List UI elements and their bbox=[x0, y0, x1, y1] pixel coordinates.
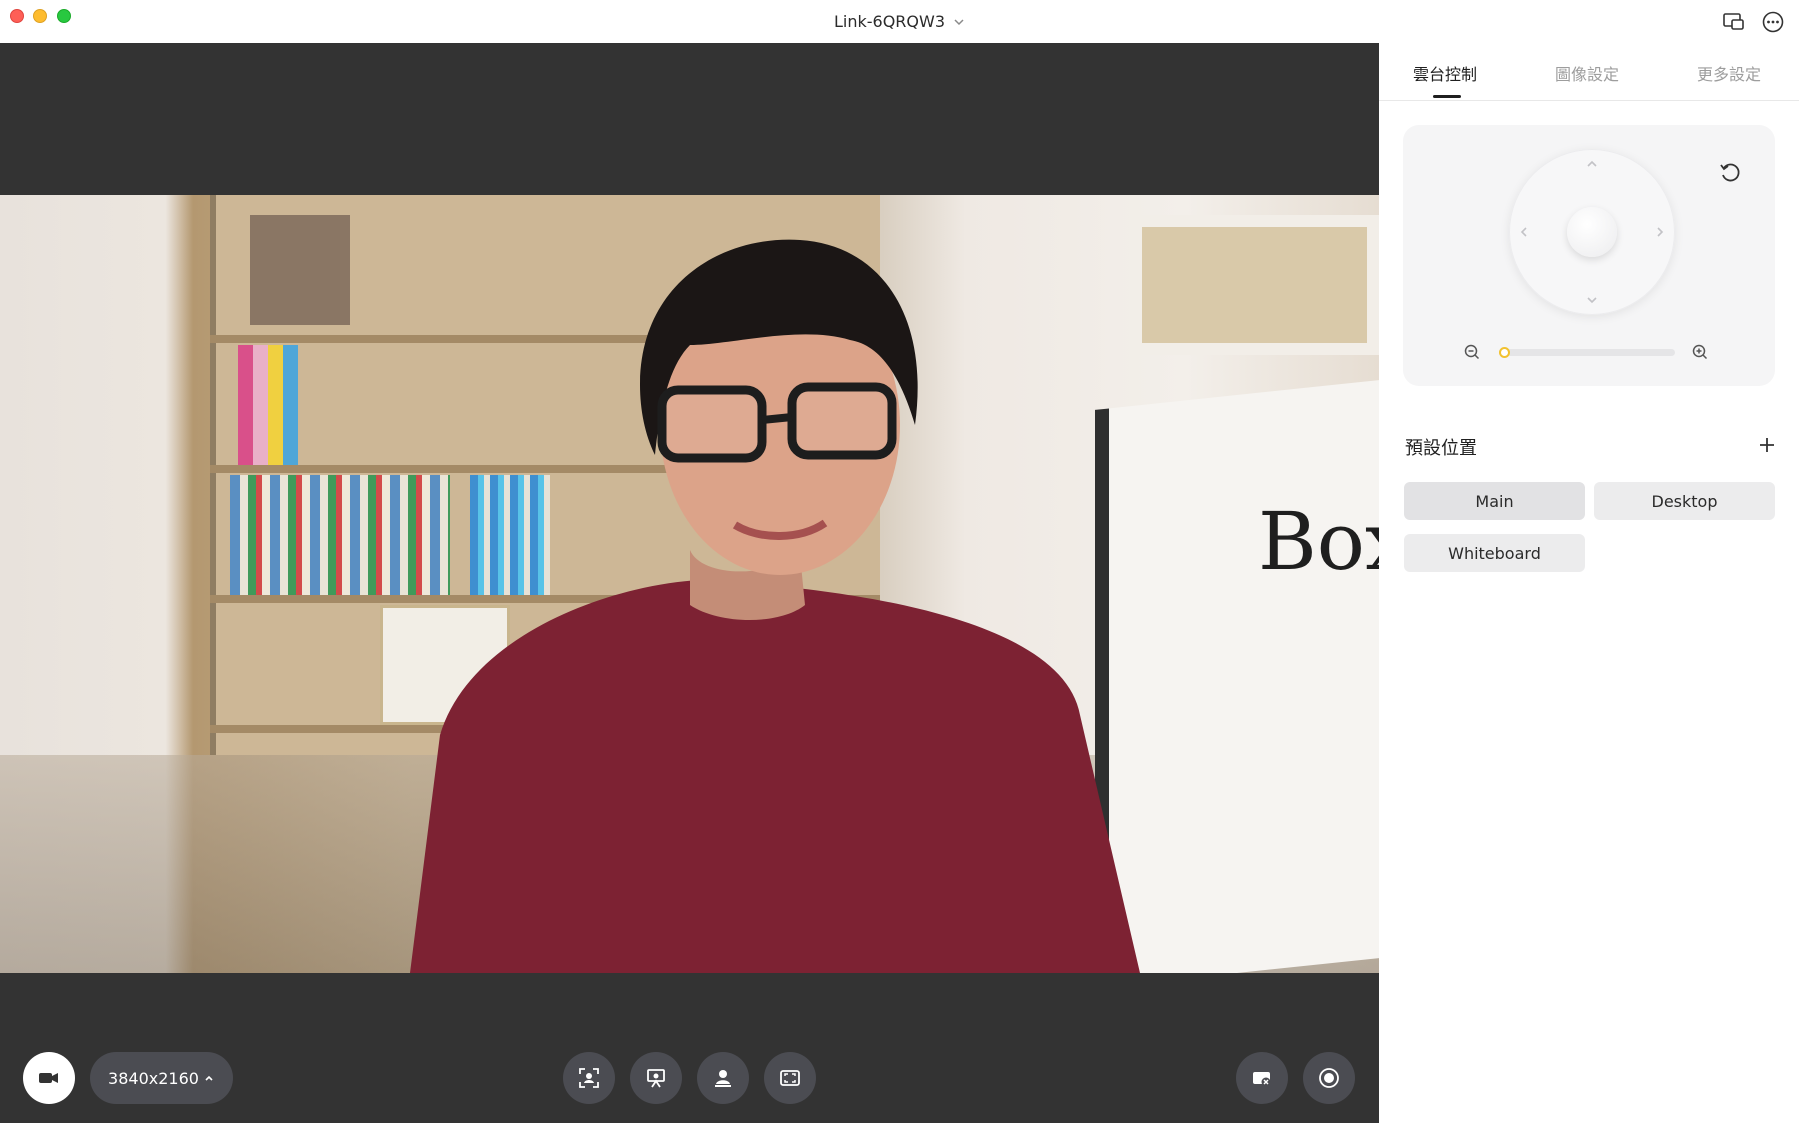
presenter-icon bbox=[647, 1069, 665, 1088]
person-tracking-button[interactable] bbox=[697, 1052, 749, 1104]
person-tracking-icon bbox=[715, 1070, 731, 1087]
video-preview-area: Box 3840x2160 bbox=[0, 43, 1379, 1123]
preset-button-main[interactable]: Main bbox=[1404, 482, 1585, 520]
chevron-up-icon bbox=[205, 1075, 213, 1081]
preset-button-whiteboard[interactable]: Whiteboard bbox=[1404, 534, 1585, 572]
screen-capture-button[interactable] bbox=[764, 1052, 816, 1104]
more-options-icon[interactable] bbox=[1761, 10, 1785, 34]
settings-panel: 雲台控制 圖像設定 更多設定 預設位置 Main Desktop Whitebo… bbox=[1379, 43, 1799, 1123]
tab-image-settings[interactable]: 圖像設定 bbox=[1555, 61, 1619, 85]
auto-framing-icon bbox=[579, 1068, 599, 1088]
camera-off-button[interactable] bbox=[1236, 1052, 1288, 1104]
title-bar: Link-6QRQW3 bbox=[0, 0, 1799, 43]
record-button[interactable] bbox=[1303, 1052, 1355, 1104]
zoom-in-icon[interactable] bbox=[1691, 343, 1709, 361]
record-icon bbox=[1319, 1068, 1339, 1088]
video-camera-icon bbox=[39, 1073, 58, 1083]
resolution-label: 3840x2160 bbox=[108, 1068, 199, 1088]
tab-more-settings[interactable]: 更多設定 bbox=[1697, 61, 1761, 85]
zoom-slider-thumb[interactable] bbox=[1499, 347, 1510, 358]
zoom-out-icon[interactable] bbox=[1463, 343, 1481, 361]
device-selector[interactable]: Link-6QRQW3 bbox=[0, 0, 1799, 43]
resolution-selector[interactable]: 3840x2160 bbox=[90, 1052, 233, 1104]
camera-off-icon bbox=[1253, 1072, 1271, 1087]
reset-position-icon[interactable] bbox=[1718, 160, 1744, 186]
preset-button-desktop[interactable]: Desktop bbox=[1594, 482, 1775, 520]
preset-section-title: 預設位置 bbox=[1405, 438, 1477, 459]
chevron-up-icon[interactable] bbox=[1585, 157, 1599, 171]
chevron-left-icon[interactable] bbox=[1517, 225, 1531, 239]
auto-framing-button[interactable] bbox=[563, 1052, 615, 1104]
add-preset-icon[interactable] bbox=[1757, 435, 1777, 455]
chevron-down-icon[interactable] bbox=[1585, 293, 1599, 307]
ptz-joystick[interactable] bbox=[1509, 149, 1675, 315]
zoom-slider[interactable] bbox=[1499, 347, 1675, 358]
joystick-knob[interactable] bbox=[1567, 207, 1617, 257]
screen-capture-icon bbox=[780, 1070, 800, 1086]
tab-ptz-control[interactable]: 雲台控制 bbox=[1413, 61, 1477, 85]
zoom-slider-row bbox=[1463, 343, 1723, 363]
screen-share-icon[interactable] bbox=[1722, 10, 1746, 34]
panel-tabs: 雲台控制 圖像設定 更多設定 bbox=[1379, 43, 1799, 101]
presenter-mode-button[interactable] bbox=[630, 1052, 682, 1104]
window-title: Link-6QRQW3 bbox=[833, 12, 946, 31]
camera-toggle-button[interactable] bbox=[23, 1052, 75, 1104]
active-tab-indicator bbox=[1433, 95, 1461, 98]
ptz-control-card bbox=[1403, 125, 1775, 386]
chevron-down-icon bbox=[954, 18, 964, 25]
person-in-video bbox=[410, 239, 1140, 973]
camera-feed: Box bbox=[0, 195, 1379, 973]
chevron-right-icon[interactable] bbox=[1653, 225, 1667, 239]
